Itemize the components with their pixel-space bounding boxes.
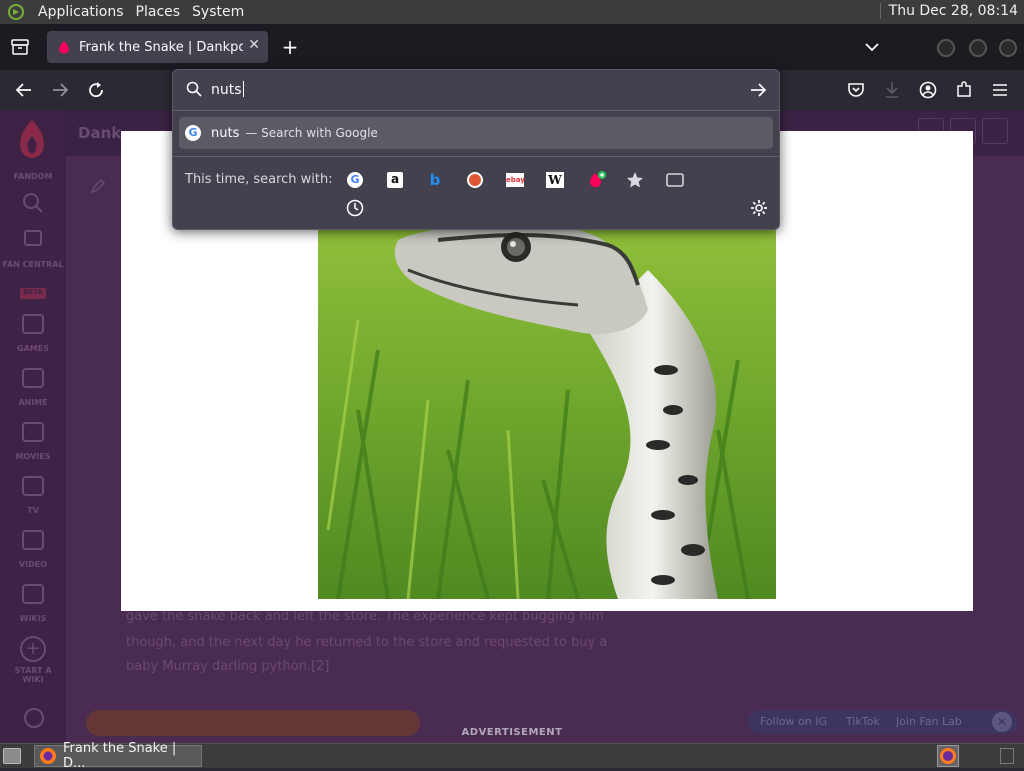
wikipedia-engine-icon[interactable]: W (545, 170, 565, 190)
new-tab-icon[interactable]: + (280, 35, 300, 59)
video-icon[interactable] (22, 530, 44, 550)
dark-mode-icon[interactable] (982, 118, 1008, 144)
advertisement-label: ADVERTISEMENT (461, 727, 563, 738)
minimize-window-button[interactable] (937, 39, 955, 57)
tv-icon[interactable] (22, 476, 44, 496)
games-icon[interactable] (22, 314, 44, 334)
amazon-engine-glyph: a (387, 172, 403, 188)
distro-logo-icon[interactable] (6, 3, 26, 21)
tab-bar: Frank the Snake | Dankpods ✕ + (0, 24, 1024, 70)
pocket-icon[interactable] (844, 78, 868, 102)
text-caret (242, 81, 244, 97)
movies-icon[interactable] (22, 422, 44, 442)
forward-icon[interactable] (48, 78, 72, 102)
tray-firefox-icon[interactable] (937, 745, 959, 767)
amazon-engine-icon[interactable]: a (385, 170, 405, 190)
anime-icon[interactable] (22, 368, 44, 388)
search-suggestion-row[interactable]: G nuts — Search with Google (179, 117, 773, 149)
sidebar-label-fan-central: FAN CENTRAL (2, 260, 64, 269)
taskbar-item-firefox[interactable]: Frank the Snake | D... (34, 741, 202, 771)
ebay-engine-icon[interactable]: ebay (505, 170, 525, 190)
menu-places[interactable]: Places (130, 4, 187, 20)
reload-icon[interactable] (84, 78, 108, 102)
fan-central-icon[interactable] (24, 230, 42, 246)
url-input[interactable]: nuts (211, 81, 244, 98)
downloads-icon[interactable] (880, 78, 904, 102)
google-engine-glyph: G (347, 172, 363, 188)
dropdown-divider (173, 110, 779, 111)
gear-icon[interactable] (749, 198, 769, 218)
snake-photo (318, 224, 776, 600)
chevron-down-icon[interactable] (862, 38, 882, 56)
sidebar-label-movies: MOVIES (15, 452, 51, 461)
history-clock-icon[interactable] (345, 198, 365, 218)
back-icon[interactable] (12, 78, 36, 102)
oneoff-label: This time, search with: (185, 172, 333, 187)
system-panel: Applications Places System Thu Dec 28, 0… (0, 0, 1024, 24)
duckduckgo-engine-icon[interactable] (465, 170, 485, 190)
bookmarks-star-icon[interactable] (625, 170, 645, 190)
menu-system[interactable]: System (186, 4, 250, 20)
fandom-engine-icon[interactable] (587, 170, 607, 190)
clock[interactable]: Thu Dec 28, 08:14 (879, 3, 1018, 19)
sidebar-label-fandom: FANDOM (13, 172, 53, 181)
article-line-1: gave the snake back and left the store. … (126, 609, 604, 624)
dropdown-divider (173, 156, 779, 157)
sidebar-label-games: GAMES (17, 344, 49, 353)
bing-engine-glyph: b (429, 171, 441, 189)
bing-engine-icon[interactable]: b (425, 170, 445, 190)
tab-title: Frank the Snake | Dankpods (79, 39, 243, 55)
extensions-icon[interactable] (952, 78, 976, 102)
user-icon[interactable] (24, 708, 44, 728)
google-engine-icon[interactable]: G (345, 170, 365, 190)
sidebar-label-wikis: WIKIS (19, 614, 47, 623)
sidebar-label-video: VIDEO (18, 560, 48, 569)
close-icon[interactable]: ✕ (248, 37, 260, 53)
account-icon[interactable] (916, 78, 940, 102)
close-window-button[interactable] (999, 39, 1017, 57)
sidebar-label-anime: ANIME (18, 398, 48, 407)
taskbar-item-label: Frank the Snake | D... (63, 741, 177, 771)
wikis-icon[interactable] (22, 584, 44, 604)
url-input-value: nuts (211, 82, 242, 98)
wikipedia-engine-glyph: W (546, 172, 564, 188)
firefox-icon (39, 747, 57, 765)
beta-badge: BETA (20, 288, 46, 299)
search-icon (186, 81, 202, 101)
google-icon: G (185, 125, 201, 141)
ebay-engine-glyph: ebay (506, 173, 525, 187)
fandom-favicon-icon (57, 40, 71, 54)
sidebar-label-start-wiki: START A WIKI (14, 666, 52, 684)
tray-trash-icon[interactable] (1000, 748, 1014, 764)
suggestion-action: — Search with Google (245, 126, 378, 140)
url-dropdown: nuts G nuts — Search with Google This ti… (172, 69, 780, 230)
maximize-window-button[interactable] (969, 39, 987, 57)
go-arrow-icon[interactable] (749, 82, 767, 102)
sidebar-label-tv: TV (27, 506, 39, 515)
wiki-header-title: Dank (78, 124, 122, 142)
url-input-row[interactable]: nuts (173, 70, 779, 110)
edit-pencil-icon[interactable] (90, 178, 106, 194)
menu-applications[interactable]: Applications (32, 4, 130, 20)
tab-frank-the-snake[interactable]: Frank the Snake | Dankpods ✕ (47, 31, 268, 63)
article-line-3: baby Murray darling python.[2] (126, 659, 330, 674)
search-icon[interactable] (22, 192, 44, 218)
start-wiki-icon[interactable]: + (20, 636, 46, 662)
article-line-2: though, and the next day he returned to … (126, 635, 608, 650)
show-desktop-icon[interactable] (3, 748, 21, 764)
suggestion-query: nuts (211, 125, 240, 141)
hamburger-menu-icon[interactable] (988, 78, 1012, 102)
fandom-sidebar: FANDOM FAN CENTRAL BETA GAMES ANIME MOVI… (0, 110, 66, 743)
fandom-logo-icon[interactable] (14, 118, 50, 162)
firefox-view-icon[interactable] (10, 37, 30, 57)
tabs-icon[interactable] (665, 170, 685, 190)
